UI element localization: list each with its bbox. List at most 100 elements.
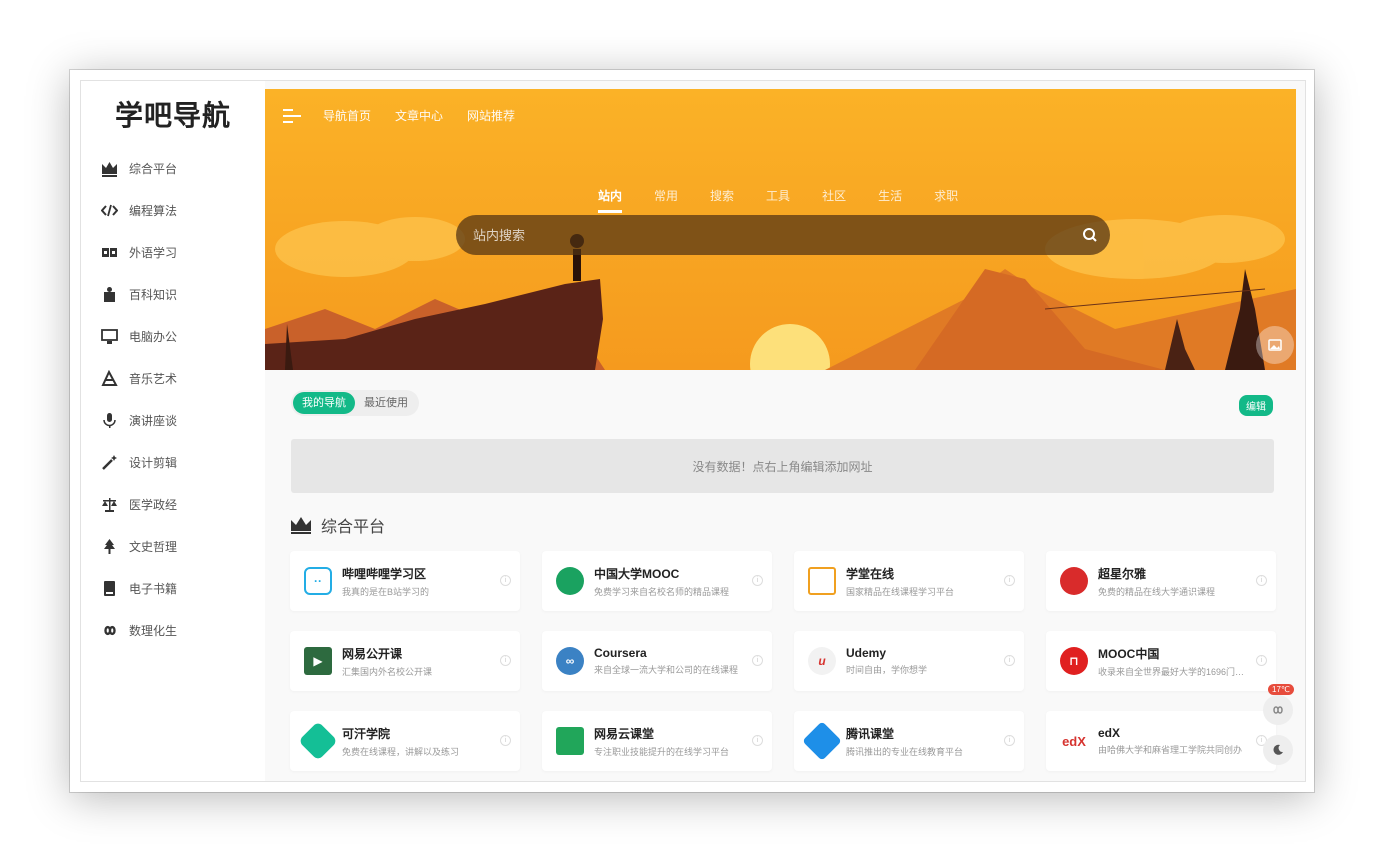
- site-logo[interactable]: 学吧导航: [81, 81, 265, 147]
- sidebar-item-label: 电子书籍: [129, 581, 178, 596]
- weather-button[interactable]: [1263, 695, 1293, 725]
- site-logo-icon: [1060, 567, 1088, 595]
- info-icon[interactable]: i: [1256, 575, 1267, 586]
- sidebar-item[interactable]: 医学政经: [81, 483, 265, 525]
- sidebar-item[interactable]: 音乐艺术: [81, 357, 265, 399]
- tab-my-nav[interactable]: 我的导航: [293, 392, 355, 414]
- edit-button[interactable]: 编辑: [1239, 395, 1273, 416]
- site-card-text: 中国大学MOOC 免费学习来自名校名师的精品课程: [594, 565, 744, 598]
- site-card-title: edX: [1098, 726, 1121, 740]
- site-card-desc: 来自全球一流大学和公司的在线课程: [594, 665, 739, 675]
- site-card-title: Udemy: [846, 646, 887, 660]
- search-tab[interactable]: 生活: [878, 187, 902, 213]
- info-icon[interactable]: i: [752, 575, 763, 586]
- site-card[interactable]: 网易云课堂专注职业技能提升的在线学习平台 i: [542, 711, 772, 771]
- info-icon[interactable]: i: [500, 655, 511, 666]
- site-card-title: 可汗学院: [342, 726, 391, 741]
- site-card[interactable]: 中国大学MOOC 免费学习来自名校名师的精品课程 i: [542, 551, 772, 611]
- site-card-title: MOOC中国: [1098, 646, 1160, 661]
- sidebar-item[interactable]: 综合平台: [81, 147, 265, 189]
- site-card-text: 网易云课堂专注职业技能提升的在线学习平台: [594, 725, 744, 758]
- site-card-desc: 免费在线课程，讲解以及练习: [342, 746, 460, 757]
- site-logo-icon: ··: [304, 567, 332, 595]
- site-card-desc: 国家精品在线课程学习平台: [846, 586, 955, 597]
- sidebar-item[interactable]: 外语学习: [81, 231, 265, 273]
- info-icon[interactable]: i: [500, 575, 511, 586]
- my-nav-tabs: 我的导航 最近使用: [291, 390, 419, 416]
- site-card[interactable]: 可汗学院免费在线课程，讲解以及练习 i: [290, 711, 520, 771]
- temperature-badge: 17℃: [1268, 684, 1294, 695]
- site-card-desc: 专注职业技能提升的在线学习平台: [594, 746, 730, 757]
- search-tab[interactable]: 求职: [934, 187, 958, 213]
- info-icon[interactable]: i: [500, 735, 511, 746]
- section-title: 综合平台: [321, 519, 386, 536]
- site-card[interactable]: 学堂在线国家精品在线课程学习平台 i: [794, 551, 1024, 611]
- sidebar: 学吧导航 综合平台编程算法 外语学习 百科知识 电脑办公 音乐艺术 演讲座谈设计剪辑医学政…: [81, 81, 265, 781]
- sidebar-item[interactable]: 电脑办公: [81, 315, 265, 357]
- main-content: 导航首页 文章中心 网站推荐 站内常用搜索工具社区生活求职 我的导航 最: [265, 81, 1305, 781]
- site-logo-icon: [556, 567, 584, 595]
- site-card[interactable]: ∞ Coursera 来自全球一流大学和公司的在线课程 i: [542, 631, 772, 691]
- site-logo-icon: ▶: [304, 647, 332, 675]
- site-card[interactable]: ▶ 网易公开课汇集国内外名校公开课 i: [290, 631, 520, 691]
- site-card[interactable]: u Udemy 时间自由，学你想学 i: [794, 631, 1024, 691]
- search-box: [456, 215, 1110, 255]
- site-card-text: Udemy 时间自由，学你想学: [846, 646, 996, 676]
- site-card-text: 超星尔雅 免费的精品在线大学通识课程: [1098, 565, 1248, 598]
- search-tab[interactable]: 站内: [598, 187, 623, 213]
- info-icon[interactable]: i: [1256, 655, 1267, 666]
- info-icon[interactable]: i: [1004, 735, 1015, 746]
- search-input[interactable]: [456, 215, 1070, 255]
- site-card-title: 学堂在线: [846, 566, 895, 581]
- sidebar-item-label: 设计剪辑: [129, 455, 178, 470]
- nav-link-recommend[interactable]: 网站推荐: [467, 107, 515, 124]
- nav-link-home[interactable]: 导航首页: [323, 107, 371, 124]
- site-card-desc: 时间自由，学你想学: [846, 665, 928, 675]
- moon-icon: [1273, 744, 1283, 755]
- info-icon[interactable]: i: [752, 655, 763, 666]
- search-tab[interactable]: 社区: [822, 187, 846, 213]
- site-card-title: 网易云课堂: [594, 726, 655, 741]
- site-card-text: 腾讯课堂腾讯推出的专业在线教育平台: [846, 725, 996, 758]
- search-tab[interactable]: 工具: [766, 187, 790, 213]
- search-tab[interactable]: 搜索: [710, 187, 734, 213]
- sidebar-item[interactable]: 百科知识: [81, 273, 265, 315]
- site-card-desc: 我真的是在B站学习的: [342, 586, 430, 597]
- site-card-title: 哔哩哔哩学习区: [342, 566, 427, 581]
- hero-banner: 导航首页 文章中心 网站推荐 站内 常用 搜索 工具 社区 生活 求职: [265, 89, 1296, 370]
- sidebar-item[interactable]: 电子书籍: [81, 567, 265, 609]
- search-icon[interactable]: [1070, 215, 1110, 255]
- dark-mode-button[interactable]: [1263, 735, 1293, 765]
- search-tab[interactable]: 常用: [654, 187, 678, 213]
- info-icon[interactable]: i: [1004, 575, 1015, 586]
- site-card[interactable]: 超星尔雅 免费的精品在线大学通识课程 i: [1046, 551, 1276, 611]
- books-icon: [99, 285, 119, 303]
- tab-recent[interactable]: 最近使用: [355, 392, 417, 414]
- info-icon[interactable]: i: [752, 735, 763, 746]
- sidebar-item[interactable]: 文史哲理: [81, 525, 265, 567]
- site-logo-icon: ∞: [556, 647, 584, 675]
- site-card-text: 学堂在线国家精品在线课程学习平台: [846, 565, 996, 598]
- site-logo-icon: [808, 567, 836, 595]
- wallpaper-icon[interactable]: [1256, 326, 1294, 364]
- sidebar-item[interactable]: 编程算法: [81, 189, 265, 231]
- translate-icon: [99, 243, 119, 261]
- site-card-title: 腾讯课堂: [846, 726, 895, 741]
- info-icon[interactable]: i: [1004, 655, 1015, 666]
- site-card[interactable]: edX edX 由哈佛大学和麻省理工学院共同创办 i: [1046, 711, 1276, 771]
- menu-icon[interactable]: [283, 108, 301, 124]
- site-card-desc: 腾讯推出的专业在线教育平台: [846, 746, 964, 757]
- sidebar-item[interactable]: 数理化生: [81, 609, 265, 651]
- top-nav: 导航首页 文章中心 网站推荐: [283, 107, 539, 124]
- site-card-title: 网易公开课: [342, 646, 403, 661]
- sidebar-item[interactable]: 演讲座谈: [81, 399, 265, 441]
- nav-link-articles[interactable]: 文章中心: [395, 107, 443, 124]
- site-card[interactable]: ⊓ MOOC中国 收录来自全世界最好大学的1696门课程 i: [1046, 631, 1276, 691]
- infinity-icon: [1273, 706, 1283, 714]
- site-card[interactable]: ·· 哔哩哔哩学习区我真的是在B站学习的 i: [290, 551, 520, 611]
- sidebar-item[interactable]: 设计剪辑: [81, 441, 265, 483]
- site-card-desc: 汇集国内外名校公开课: [342, 666, 433, 677]
- browser-window: 学吧导航 综合平台 编程算法 外语学习 百科知识 电脑办公 音乐艺术 演讲座谈 设计剪辑 医学政…: [70, 70, 1314, 792]
- site-card[interactable]: 腾讯课堂腾讯推出的专业在线教育平台 i: [794, 711, 1024, 771]
- sidebar-item-label: 综合平台: [129, 161, 178, 176]
